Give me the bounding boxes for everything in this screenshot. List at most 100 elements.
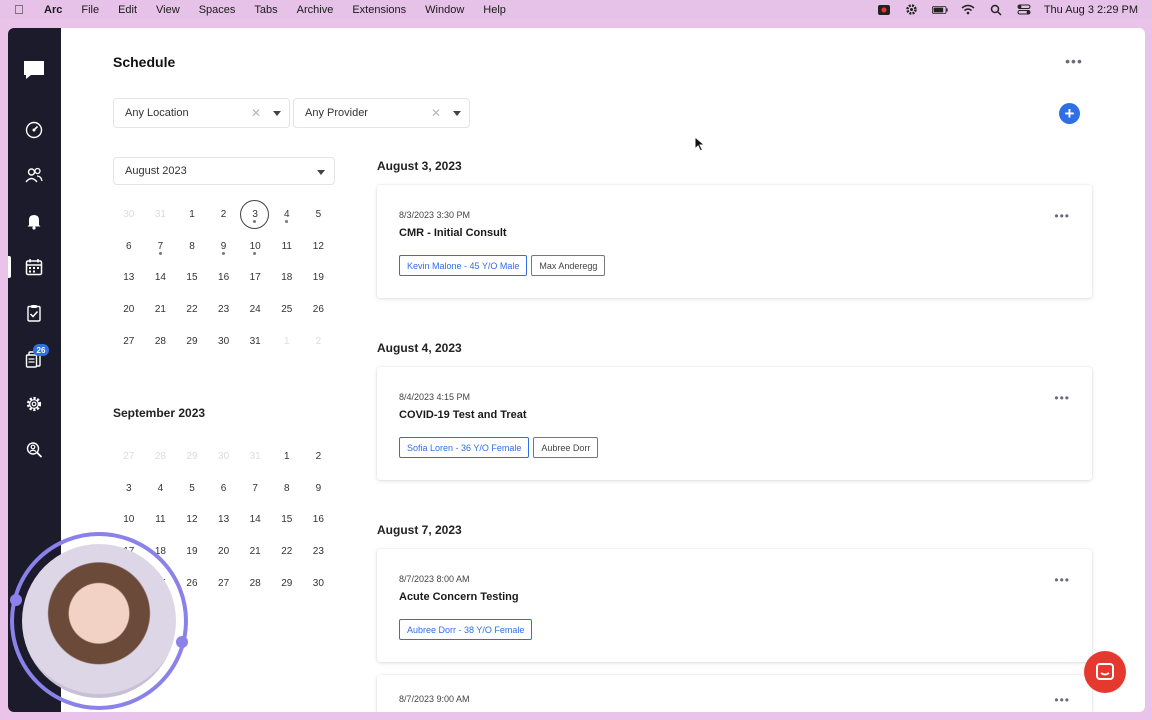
- calendar-day[interactable]: 2: [303, 441, 335, 473]
- appointment-card[interactable]: 8/3/2023 3:30 PM CMR - Initial Consult K…: [377, 185, 1092, 298]
- month-dropdown-caret-icon[interactable]: [317, 170, 325, 175]
- calendar-day[interactable]: 20: [208, 536, 240, 568]
- calendar-day[interactable]: 30: [303, 567, 335, 599]
- notifications-bell-icon[interactable]: [22, 209, 46, 233]
- calendar-day[interactable]: 27: [113, 441, 145, 473]
- clear-location-icon[interactable]: ✕: [251, 106, 261, 120]
- menubar-clock[interactable]: Thu Aug 3 2:29 PM: [1044, 4, 1138, 16]
- calendar-day[interactable]: 9: [303, 473, 335, 505]
- calendar-day[interactable]: 16: [303, 504, 335, 536]
- calendar-day[interactable]: 13: [208, 504, 240, 536]
- calendar-day[interactable]: 8: [271, 473, 303, 505]
- menu-extensions[interactable]: Extensions: [352, 4, 406, 16]
- patient-tag[interactable]: Kevin Malone - 45 Y/O Male: [399, 255, 528, 276]
- calendar-day[interactable]: 30: [113, 199, 145, 231]
- calendar-day[interactable]: 4: [271, 199, 303, 231]
- menu-app-arc[interactable]: Arc: [44, 4, 62, 16]
- calendar-day[interactable]: 28: [145, 325, 177, 357]
- calendar-day[interactable]: 8: [176, 231, 208, 263]
- calendar-day[interactable]: 27: [113, 325, 145, 357]
- provider-filter[interactable]: Any Provider ✕: [293, 98, 470, 128]
- calendar-day[interactable]: 13: [113, 262, 145, 294]
- recording-icon[interactable]: [876, 4, 892, 16]
- calendar-day[interactable]: 15: [176, 262, 208, 294]
- calendar-day[interactable]: 5: [176, 473, 208, 505]
- menu-tabs[interactable]: Tabs: [254, 4, 277, 16]
- calendar-day[interactable]: 30: [208, 441, 240, 473]
- calendar-day[interactable]: 11: [271, 231, 303, 263]
- calendar-day[interactable]: 2: [208, 199, 240, 231]
- page-more-options-icon[interactable]: •••: [1061, 53, 1087, 69]
- wifi-icon[interactable]: [960, 4, 976, 16]
- calendar-day[interactable]: 19: [303, 262, 335, 294]
- calendar-day[interactable]: 29: [176, 441, 208, 473]
- calendar-day[interactable]: 6: [113, 231, 145, 263]
- calendar-day[interactable]: 14: [145, 262, 177, 294]
- webcam-bubble[interactable]: [10, 532, 188, 710]
- apple-menu-icon[interactable]: : [14, 0, 28, 19]
- calendar-day[interactable]: 31: [145, 199, 177, 231]
- support-chat-button[interactable]: [1084, 651, 1126, 693]
- patients-people-icon[interactable]: [22, 163, 46, 187]
- provider-tag[interactable]: Aubree Dorr: [533, 437, 599, 458]
- dashboard-gauge-icon[interactable]: [22, 118, 46, 142]
- calendar-day[interactable]: 7: [145, 231, 177, 263]
- admin-search-person-icon[interactable]: [22, 438, 46, 462]
- calendar-day[interactable]: 27: [208, 567, 240, 599]
- gear-menu-icon[interactable]: [904, 4, 920, 16]
- messages-logo-icon[interactable]: [22, 58, 46, 82]
- appointment-more-icon[interactable]: •••: [1054, 693, 1070, 707]
- calendar-day[interactable]: 14: [239, 504, 271, 536]
- appointment-more-icon[interactable]: •••: [1054, 209, 1070, 223]
- menu-file[interactable]: File: [81, 4, 99, 16]
- calendar-day[interactable]: 31: [239, 441, 271, 473]
- menu-window[interactable]: Window: [425, 4, 464, 16]
- calendar-day[interactable]: 31: [239, 325, 271, 357]
- calendar-day[interactable]: 28: [239, 567, 271, 599]
- location-dropdown-caret-icon[interactable]: [273, 111, 281, 116]
- calendar-day[interactable]: 24: [239, 294, 271, 326]
- appointment-name[interactable]: COVID-19 Test and Treat: [399, 409, 527, 421]
- calendar-day[interactable]: 17: [239, 262, 271, 294]
- calendar-day[interactable]: 4: [145, 473, 177, 505]
- calendar-day[interactable]: 6: [208, 473, 240, 505]
- appointment-card[interactable]: 8/4/2023 4:15 PM COVID-19 Test and Treat…: [377, 367, 1092, 480]
- patient-tag[interactable]: Sofia Loren - 36 Y/O Female: [399, 437, 530, 458]
- calendar-day[interactable]: 1: [271, 325, 303, 357]
- calendar-day[interactable]: 7: [239, 473, 271, 505]
- calendar-day[interactable]: 28: [145, 441, 177, 473]
- calendar-day[interactable]: 29: [176, 325, 208, 357]
- battery-icon[interactable]: [931, 4, 948, 16]
- schedule-calendar-icon[interactable]: [22, 255, 46, 279]
- calendar-day[interactable]: 29: [271, 567, 303, 599]
- provider-tag[interactable]: Max Anderegg: [531, 255, 606, 276]
- calendar-day[interactable]: 10: [239, 231, 271, 263]
- calendar-day[interactable]: 21: [239, 536, 271, 568]
- menu-spaces[interactable]: Spaces: [199, 4, 236, 16]
- spotlight-search-icon[interactable]: [988, 4, 1004, 16]
- appointment-card[interactable]: 8/7/2023 8:00 AM Acute Concern Testing A…: [377, 549, 1092, 662]
- calendar-day[interactable]: 20: [113, 294, 145, 326]
- calendar-day[interactable]: 16: [208, 262, 240, 294]
- calendar-day[interactable]: 1: [271, 441, 303, 473]
- calendar-day[interactable]: 9: [208, 231, 240, 263]
- calendar-day[interactable]: 26: [303, 294, 335, 326]
- appointment-more-icon[interactable]: •••: [1054, 573, 1070, 587]
- calendar-day[interactable]: 23: [303, 536, 335, 568]
- calendar-day[interactable]: 5: [303, 199, 335, 231]
- month-select[interactable]: August 2023: [113, 157, 335, 185]
- webcam-resize-handle[interactable]: [10, 594, 22, 606]
- tasks-clipboard-icon[interactable]: [22, 301, 46, 325]
- appointment-name[interactable]: CMR - Initial Consult: [399, 227, 507, 239]
- menu-view[interactable]: View: [156, 4, 180, 16]
- calendar-day[interactable]: 22: [176, 294, 208, 326]
- provider-dropdown-caret-icon[interactable]: [453, 111, 461, 116]
- clear-provider-icon[interactable]: ✕: [431, 106, 441, 120]
- webcam-resize-handle[interactable]: [176, 636, 188, 648]
- calendar-day[interactable]: 18: [271, 262, 303, 294]
- calendar-day[interactable]: 22: [271, 536, 303, 568]
- calendar-day[interactable]: 3: [239, 199, 271, 231]
- appointment-more-icon[interactable]: •••: [1054, 391, 1070, 405]
- calendar-day[interactable]: 1: [176, 199, 208, 231]
- add-appointment-button[interactable]: +: [1059, 103, 1080, 124]
